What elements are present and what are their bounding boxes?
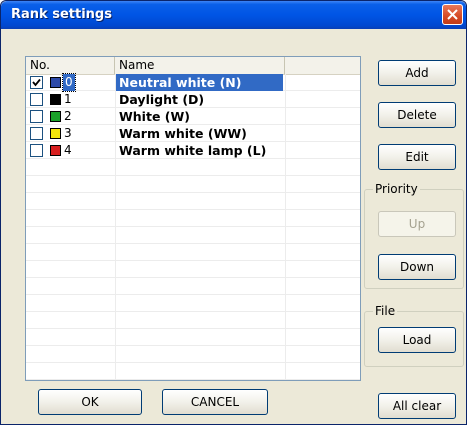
empty-row xyxy=(26,193,360,210)
all-clear-button[interactable]: All clear xyxy=(378,393,456,419)
file-group-label: File xyxy=(373,304,398,318)
ok-button[interactable]: OK xyxy=(38,389,142,415)
window-title: Rank settings xyxy=(11,7,112,22)
list-row[interactable]: 2 White (W) xyxy=(26,108,360,125)
up-button[interactable]: Up xyxy=(378,211,456,237)
edit-button[interactable]: Edit xyxy=(378,144,456,170)
close-icon xyxy=(447,9,458,20)
empty-row xyxy=(26,278,360,295)
list-row[interactable]: 1 Daylight (D) xyxy=(26,91,360,108)
empty-row xyxy=(26,210,360,227)
load-button[interactable]: Load xyxy=(378,327,456,353)
row-color-swatch xyxy=(50,94,61,105)
rank-settings-dialog: Rank settings No. Name 0 Neutral white (N… xyxy=(0,0,467,425)
row-number: 2 xyxy=(64,109,72,123)
empty-row xyxy=(26,329,360,346)
row-checkbox[interactable] xyxy=(30,127,43,140)
priority-group-label: Priority xyxy=(373,182,420,196)
empty-row xyxy=(26,227,360,244)
close-button[interactable] xyxy=(442,4,463,25)
column-header-no[interactable]: No. xyxy=(26,57,115,74)
row-number: 4 xyxy=(64,143,72,157)
row-name: Warm white (WW) xyxy=(119,126,247,141)
column-divider xyxy=(115,74,116,380)
list-row[interactable]: 0 Neutral white (N) xyxy=(26,73,360,92)
column-header-name[interactable]: Name xyxy=(115,57,285,74)
down-button[interactable]: Down xyxy=(378,254,456,280)
row-name: Neutral white (N) xyxy=(116,74,283,91)
row-number: 1 xyxy=(64,92,72,106)
empty-row xyxy=(26,244,360,261)
title-bar[interactable]: Rank settings xyxy=(1,1,466,29)
row-color-swatch xyxy=(50,128,61,139)
row-color-swatch xyxy=(50,77,61,88)
row-number: 0 xyxy=(62,73,76,92)
rank-list[interactable]: No. Name 0 Neutral white (N) 1 Daylight (D)… xyxy=(25,56,361,381)
row-color-swatch xyxy=(50,111,61,122)
row-checkbox[interactable] xyxy=(30,93,43,106)
add-button[interactable]: Add xyxy=(378,60,456,86)
empty-row xyxy=(26,176,360,193)
empty-row xyxy=(26,159,360,176)
row-number: 3 xyxy=(64,126,72,140)
list-header: No. Name xyxy=(26,57,360,75)
list-row[interactable]: 4 Warm white lamp (L) xyxy=(26,142,360,159)
empty-row xyxy=(26,363,360,380)
empty-row xyxy=(26,261,360,278)
empty-row xyxy=(26,295,360,312)
empty-row xyxy=(26,346,360,363)
delete-button[interactable]: Delete xyxy=(378,102,456,128)
cancel-button[interactable]: CANCEL xyxy=(162,389,268,415)
row-name: Daylight (D) xyxy=(119,92,205,107)
row-checkbox[interactable] xyxy=(30,144,43,157)
row-checkbox[interactable] xyxy=(30,76,43,89)
list-row[interactable]: 3 Warm white (WW) xyxy=(26,125,360,142)
empty-row xyxy=(26,312,360,329)
column-header-blank[interactable] xyxy=(285,57,360,74)
row-checkbox[interactable] xyxy=(30,110,43,123)
row-color-swatch xyxy=(50,145,61,156)
column-divider xyxy=(285,74,286,380)
checkmark-icon xyxy=(32,78,41,87)
row-name: Warm white lamp (L) xyxy=(119,143,267,158)
row-name: White (W) xyxy=(119,109,190,124)
